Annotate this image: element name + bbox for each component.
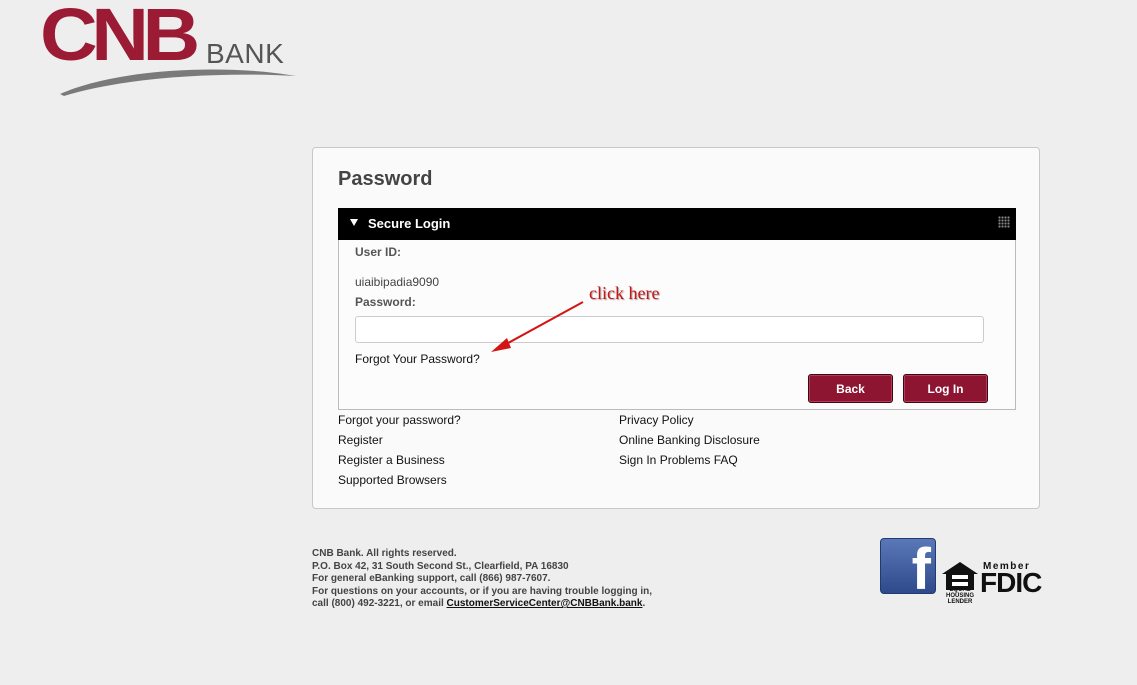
password-input[interactable] — [355, 316, 984, 343]
footer-text: CNB Bank. All rights reserved. P.O. Box … — [312, 548, 652, 611]
register-link[interactable]: Register — [338, 433, 461, 453]
online-banking-disclosure-link[interactable]: Online Banking Disclosure — [619, 433, 760, 453]
register-business-link[interactable]: Register a Business — [338, 453, 461, 473]
back-button[interactable]: Back — [808, 374, 893, 403]
forgot-your-password-link[interactable]: Forgot your password? — [338, 413, 461, 433]
password-label: Password: — [355, 295, 416, 309]
equal-housing-lender-text: EQUAL HOUSING LENDER — [940, 587, 980, 605]
footer-questions: For questions on your accounts, or if yo… — [312, 585, 653, 597]
privacy-policy-link[interactable]: Privacy Policy — [619, 413, 760, 433]
eho-line1: EQUAL HOUSING — [945, 587, 974, 599]
user-id-value: uiaibipadia9090 — [355, 275, 440, 289]
eho-line2: LENDER — [947, 599, 973, 605]
footer-contact: call (800) 492-3221, or email CustomerSe… — [312, 598, 652, 611]
logo-swoosh — [60, 69, 296, 96]
supported-browsers-link[interactable]: Supported Browsers — [338, 473, 461, 493]
fdic-logo: FDIC — [980, 567, 1042, 598]
forgot-password-link[interactable]: Forgot Your Password? — [355, 352, 480, 366]
login-button[interactable]: Log In — [903, 374, 988, 403]
footer-contact-prefix: call (800) 492-3221, or email — [312, 598, 447, 609]
links-left: Forgot your password? Register Register … — [338, 413, 461, 493]
drag-grip-icon[interactable] — [998, 216, 1010, 228]
sign-in-problems-faq-link[interactable]: Sign In Problems FAQ — [619, 453, 760, 473]
footer-address: P.O. Box 42, 31 South Second St., Clearf… — [312, 560, 569, 572]
collapse-triangle-icon — [350, 219, 358, 227]
secure-login-header[interactable]: Secure Login — [338, 208, 1016, 240]
footer-support: For general eBanking support, call (866)… — [312, 573, 551, 584]
login-card: Password Secure Login User ID: uiaibipad… — [312, 147, 1040, 509]
cnb-bank-logo[interactable]: CNB BANK — [40, 0, 300, 96]
secure-login-panel: Secure Login User ID: uiaibipadia9090 Pa… — [338, 208, 1016, 410]
page-title: Password — [338, 168, 433, 190]
secure-login-title: Secure Login — [368, 216, 451, 231]
customer-service-email-link[interactable]: CustomerServiceCenter@CNBBank.bank — [447, 598, 643, 609]
logo-cnb-text: CNB — [40, 0, 200, 76]
footer-contact-suffix: . — [642, 598, 646, 609]
facebook-f-letter: f — [911, 538, 931, 594]
click-here-annotation: click here — [589, 283, 660, 303]
user-id-label: User ID: — [355, 245, 402, 259]
footer-copyright: CNB Bank. All rights reserved. — [312, 548, 457, 559]
links-right: Privacy Policy Online Banking Disclosure… — [619, 413, 760, 473]
facebook-icon[interactable]: f — [880, 538, 936, 594]
